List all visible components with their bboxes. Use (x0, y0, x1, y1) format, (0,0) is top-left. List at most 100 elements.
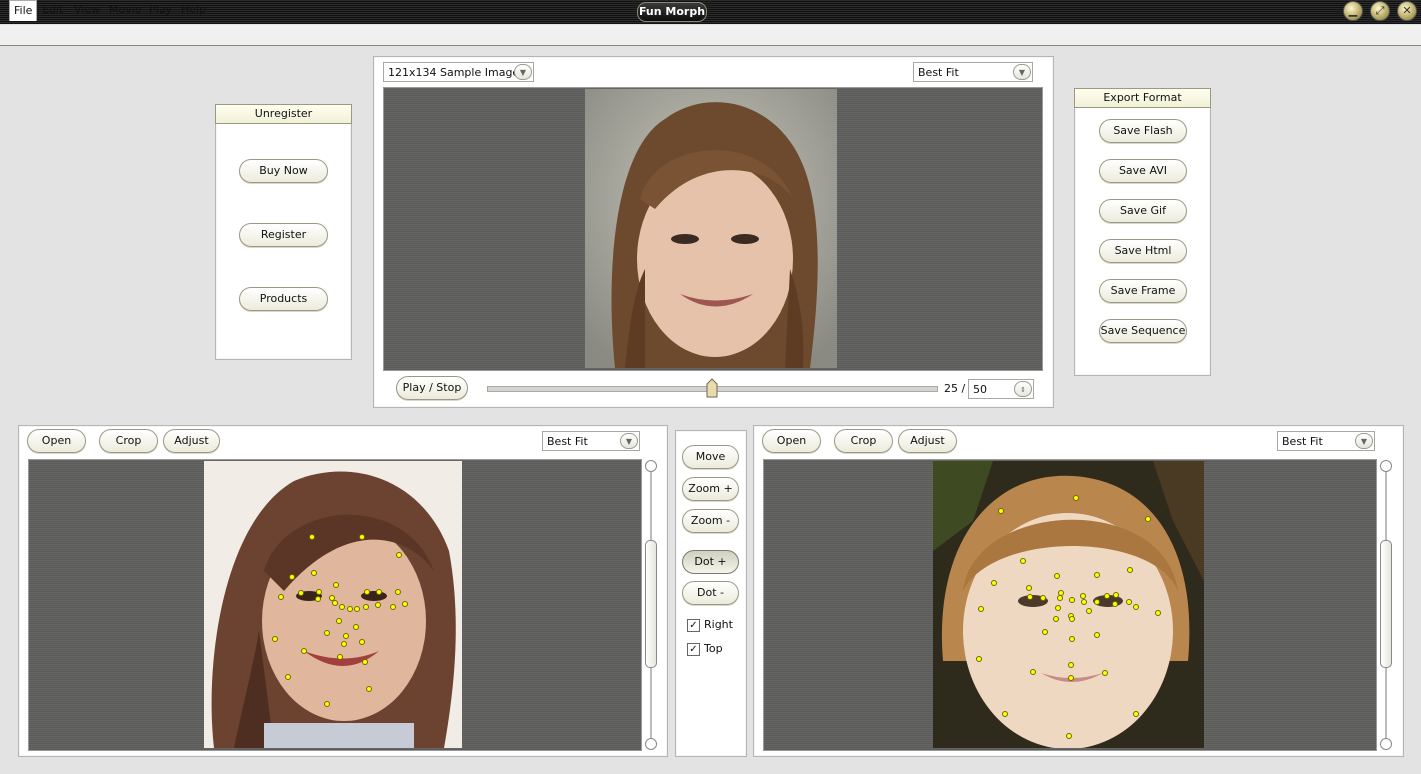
left-feature-dot[interactable] (347, 606, 353, 612)
left-feature-dot[interactable] (362, 659, 368, 665)
left-adjust-button[interactable]: Adjust (163, 429, 220, 453)
save-sequence-button[interactable]: Save Sequence (1099, 319, 1187, 343)
chevron-down-icon[interactable]: ▼ (514, 64, 532, 80)
left-feature-dot[interactable] (337, 654, 343, 660)
right-feature-dot[interactable] (1133, 604, 1139, 610)
right-dot-layer[interactable] (933, 461, 1204, 748)
menu-view[interactable]: View (70, 0, 104, 20)
left-feature-dot[interactable] (301, 648, 307, 654)
left-feature-dot[interactable] (341, 641, 347, 647)
products-button[interactable]: Products (239, 287, 328, 311)
left-feature-dot[interactable] (311, 570, 317, 576)
scroll-up-icon[interactable] (1380, 460, 1392, 472)
left-open-button[interactable]: Open (27, 429, 86, 453)
right-feature-dot[interactable] (1069, 616, 1075, 622)
right-feature-dot[interactable] (1102, 670, 1108, 676)
left-dot-layer[interactable] (204, 461, 462, 748)
frame-total-spinner[interactable]: 50 ⇕ (968, 379, 1034, 399)
zoom-out-button[interactable]: Zoom - (682, 509, 739, 533)
move-button[interactable]: Move (682, 445, 739, 469)
right-feature-dot[interactable] (1094, 632, 1100, 638)
left-feature-dot[interactable] (396, 552, 402, 558)
left-feature-dot[interactable] (298, 590, 304, 596)
right-feature-dot[interactable] (998, 508, 1004, 514)
menu-edit[interactable]: Edit (38, 0, 67, 20)
menu-movie[interactable]: Movie (105, 0, 146, 20)
left-feature-dot[interactable] (354, 606, 360, 612)
save-frame-button[interactable]: Save Frame (1099, 279, 1187, 303)
right-feature-dot[interactable] (1057, 595, 1063, 601)
left-feature-dot[interactable] (316, 589, 322, 595)
left-feature-dot[interactable] (376, 589, 382, 595)
right-feature-dot[interactable] (1002, 711, 1008, 717)
right-scrollbar[interactable] (1380, 460, 1392, 750)
image-select[interactable]: 121x134 Sample Image1 ▼ (383, 62, 534, 82)
top-checkbox[interactable]: ✓ (687, 643, 700, 656)
save-avi-button[interactable]: Save AVI (1099, 159, 1187, 183)
right-feature-dot[interactable] (1068, 662, 1074, 668)
buy-now-button[interactable]: Buy Now (239, 159, 328, 183)
left-feature-dot[interactable] (315, 596, 321, 602)
dot-add-button[interactable]: Dot + (682, 550, 739, 574)
right-feature-dot[interactable] (978, 606, 984, 612)
right-feature-dot[interactable] (1133, 711, 1139, 717)
left-feature-dot[interactable] (353, 624, 359, 630)
scroll-down-icon[interactable] (645, 738, 657, 750)
right-feature-dot[interactable] (1081, 599, 1087, 605)
left-feature-dot[interactable] (359, 639, 365, 645)
chevron-down-icon[interactable]: ▼ (1013, 64, 1031, 80)
close-icon[interactable]: ✕ (1397, 1, 1417, 21)
right-feature-dot[interactable] (1040, 595, 1046, 601)
right-feature-dot[interactable] (1112, 601, 1118, 607)
left-fit-select[interactable]: Best Fit ▼ (542, 431, 640, 451)
right-feature-dot[interactable] (1127, 567, 1133, 573)
left-feature-dot[interactable] (366, 686, 372, 692)
left-feature-dot[interactable] (309, 534, 315, 540)
left-feature-dot[interactable] (324, 630, 330, 636)
right-scroll-thumb[interactable] (1380, 540, 1392, 668)
maximize-icon[interactable]: ⤢ (1370, 1, 1390, 21)
right-feature-dot[interactable] (1066, 733, 1072, 739)
right-feature-dot[interactable] (1027, 594, 1033, 600)
right-adjust-button[interactable]: Adjust (898, 429, 957, 453)
play-stop-button[interactable]: Play / Stop (396, 376, 468, 400)
left-feature-dot[interactable] (359, 534, 365, 540)
scroll-down-icon[interactable] (1380, 738, 1392, 750)
chevron-down-icon[interactable]: ▼ (1355, 433, 1373, 449)
left-feature-dot[interactable] (336, 618, 342, 624)
right-feature-dot[interactable] (1126, 599, 1132, 605)
right-feature-dot[interactable] (1068, 675, 1074, 681)
left-feature-dot[interactable] (332, 600, 338, 606)
right-feature-dot[interactable] (1069, 597, 1075, 603)
left-feature-dot[interactable] (339, 604, 345, 610)
spinner-arrows-icon[interactable]: ⇕ (1014, 381, 1032, 397)
right-feature-dot[interactable] (1069, 636, 1075, 642)
right-feature-dot[interactable] (1073, 495, 1079, 501)
menu-file[interactable]: File (9, 0, 38, 21)
scroll-up-icon[interactable] (645, 460, 657, 472)
left-feature-dot[interactable] (289, 574, 295, 580)
left-crop-button[interactable]: Crop (99, 429, 158, 453)
minimize-icon[interactable]: ▁ (1343, 1, 1363, 21)
left-feature-dot[interactable] (395, 589, 401, 595)
left-feature-dot[interactable] (402, 601, 408, 607)
right-feature-dot[interactable] (1104, 593, 1110, 599)
right-feature-dot[interactable] (1086, 608, 1092, 614)
menu-play[interactable]: Play (145, 0, 176, 20)
right-fit-select[interactable]: Best Fit ▼ (1277, 431, 1375, 451)
left-feature-dot[interactable] (278, 594, 284, 600)
left-feature-dot[interactable] (390, 604, 396, 610)
right-feature-dot[interactable] (1113, 592, 1119, 598)
menu-help[interactable]: Help (177, 0, 210, 20)
save-html-button[interactable]: Save Html (1099, 239, 1187, 263)
save-gif-button[interactable]: Save Gif (1099, 199, 1187, 223)
right-feature-dot[interactable] (1054, 573, 1060, 579)
left-scrollbar[interactable] (645, 460, 657, 750)
right-feature-dot[interactable] (1155, 610, 1161, 616)
chevron-down-icon[interactable]: ▼ (620, 433, 638, 449)
right-open-button[interactable]: Open (762, 429, 821, 453)
save-flash-button[interactable]: Save Flash (1099, 119, 1187, 143)
frame-slider-thumb[interactable] (706, 378, 718, 398)
right-feature-dot[interactable] (1094, 572, 1100, 578)
left-feature-dot[interactable] (375, 602, 381, 608)
